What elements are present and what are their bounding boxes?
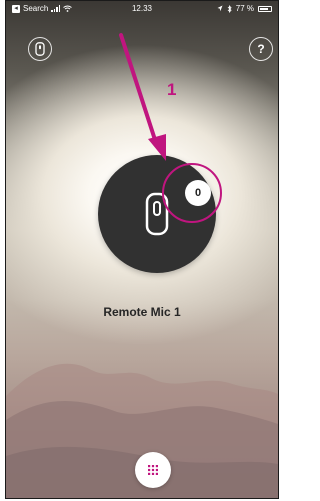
annotation-arrow-shaft — [119, 33, 159, 148]
annotation-overlay — [119, 33, 222, 223]
annotation-highlight-circle — [162, 163, 222, 223]
app-screen: ◂ Search 12.33 77 % ? 0 Remote Mic 1 1 — [5, 0, 279, 499]
annotation-arrowhead-icon — [148, 134, 166, 161]
